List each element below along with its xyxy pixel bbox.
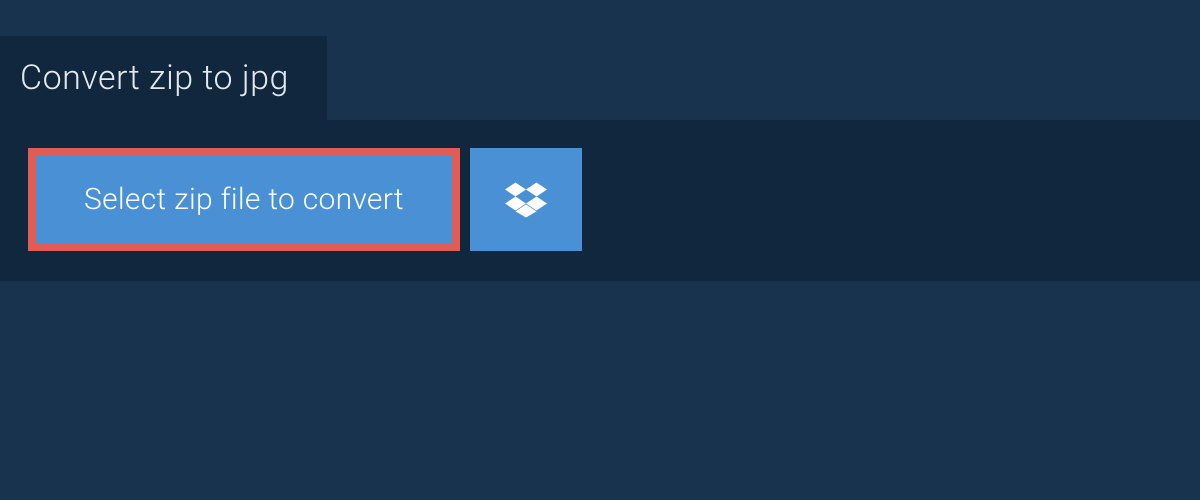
page-title: Convert zip to jpg [20,58,289,98]
dropbox-icon [505,179,547,221]
content-panel: Select zip file to convert [0,120,1200,281]
select-file-button[interactable]: Select zip file to convert [28,148,460,251]
button-row: Select zip file to convert [28,148,1180,251]
tab-header: Convert zip to jpg [0,36,327,120]
select-file-label: Select zip file to convert [84,182,404,217]
dropbox-button[interactable] [470,148,582,251]
